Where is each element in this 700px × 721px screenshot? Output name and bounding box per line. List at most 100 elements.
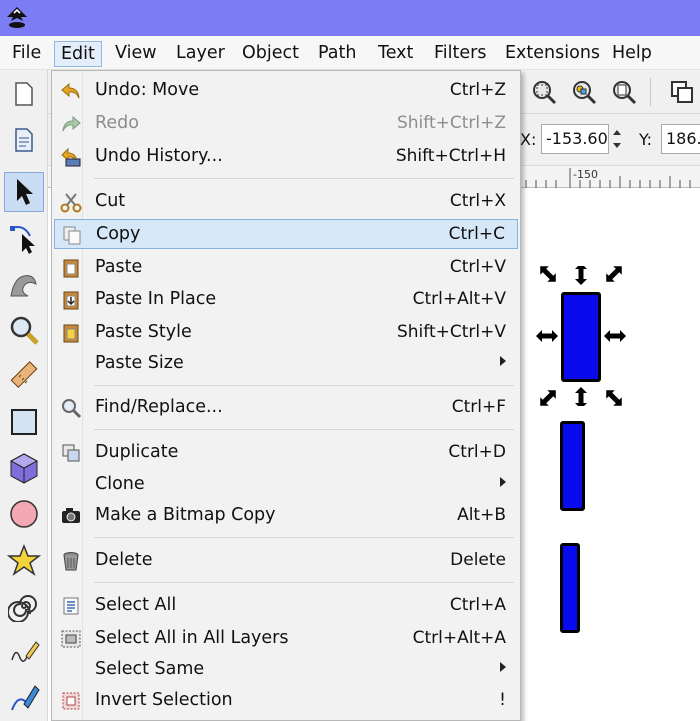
spiral-tool[interactable]: [4, 586, 44, 626]
selector-tool[interactable]: [4, 172, 44, 212]
document-icon: [15, 128, 33, 152]
menu-item-shortcut: Ctrl+D: [448, 442, 506, 462]
new-document-tool[interactable]: [4, 74, 44, 114]
menu-file[interactable]: File: [6, 41, 47, 67]
rectangle[interactable]: [560, 421, 585, 511]
menu-item-copy[interactable]: Copy Ctrl+C: [54, 219, 518, 249]
node-tool[interactable]: [4, 218, 44, 258]
pen-tool[interactable]: [4, 678, 44, 718]
menu-item-invert-selection[interactable]: Invert Selection !: [54, 686, 518, 716]
ruler-label: -150: [573, 168, 598, 181]
menu-view[interactable]: View: [109, 41, 163, 67]
menu-filters[interactable]: Filters: [428, 41, 492, 67]
menu-separator: [94, 429, 514, 430]
find-icon: [62, 399, 82, 419]
menu-item-label: Select All in All Layers: [95, 628, 289, 648]
cut-icon: [60, 193, 82, 213]
delete-icon: [63, 552, 79, 571]
select-all-layers-icon: [61, 630, 81, 648]
menu-item-label: Undo: Move: [95, 80, 200, 100]
circle-icon: [10, 500, 38, 528]
star-tool[interactable]: [4, 540, 44, 580]
menu-item-shortcut: Shift+Ctrl+Z: [396, 113, 506, 133]
paste-style-icon: [63, 324, 79, 343]
measure-tool[interactable]: [4, 356, 44, 396]
menu-item-select-same[interactable]: Select Same: [54, 655, 518, 685]
menu-edit[interactable]: Edit: [54, 41, 102, 67]
x-coordinate-input[interactable]: -153.60: [541, 124, 609, 154]
menu-item-undo[interactable]: Undo: Move Ctrl+Z: [54, 76, 518, 106]
menu-item-shortcut: Ctrl+A: [449, 595, 506, 615]
menu-text[interactable]: Text: [372, 41, 419, 67]
title-bar: [0, 0, 700, 36]
zoom-selection-icon[interactable]: [530, 78, 558, 106]
3d-box-tool[interactable]: [4, 448, 44, 488]
menu-item-label: Clone: [95, 474, 145, 494]
submenu-arrow-icon: [500, 662, 506, 672]
rectangle-icon: [11, 409, 37, 435]
menu-item-delete[interactable]: Delete Delete: [54, 546, 518, 576]
menu-item-paste-size[interactable]: Paste Size: [54, 349, 518, 379]
new-document-icon: [15, 82, 33, 106]
menu-item-duplicate[interactable]: Duplicate Ctrl+D: [54, 438, 518, 468]
zoom-page-icon[interactable]: [610, 78, 638, 106]
duplicate-window-icon[interactable]: [668, 78, 696, 106]
menu-layer[interactable]: Layer: [170, 41, 231, 67]
pencil-tool[interactable]: [4, 632, 44, 672]
menu-item-paste[interactable]: Paste Ctrl+V: [54, 253, 518, 283]
menu-item-label: Copy: [96, 224, 141, 244]
menu-item-select-all-layers[interactable]: Select All in All Layers Ctrl+Alt+A: [54, 624, 518, 654]
tweak-tool[interactable]: [4, 264, 44, 304]
menu-item-cut[interactable]: Cut Ctrl+X: [54, 187, 518, 217]
menu-item-shortcut: Ctrl+C: [448, 224, 505, 244]
menu-item-shortcut: Ctrl+Alt+V: [412, 289, 506, 309]
invert-selection-icon: [62, 692, 80, 710]
menu-item-shortcut: Alt+B: [457, 505, 506, 525]
x-label: X:: [520, 130, 537, 149]
menu-item-find-replace[interactable]: Find/Replace... Ctrl+F: [54, 393, 518, 423]
paste-in-place-icon: [63, 291, 79, 310]
paste-icon: [63, 259, 79, 278]
rectangle[interactable]: [560, 543, 580, 633]
menu-extensions[interactable]: Extensions: [499, 41, 606, 67]
menu-item-label: Paste Size: [95, 353, 184, 373]
menu-item-select-all[interactable]: Select All Ctrl+A: [54, 591, 518, 621]
menu-item-label: Invert Selection: [95, 690, 233, 710]
ellipse-tool[interactable]: [4, 494, 44, 534]
menu-separator: [94, 582, 514, 583]
ruler-icon: [10, 361, 38, 389]
zoom-drawing-icon[interactable]: [570, 78, 598, 106]
rectangle-tool[interactable]: [4, 402, 44, 442]
document-properties-tool[interactable]: [4, 120, 44, 160]
menu-item-redo[interactable]: Redo Shift+Ctrl+Z: [54, 109, 518, 139]
menu-item-label: Make a Bitmap Copy: [95, 505, 276, 525]
zoom-tool[interactable]: [4, 310, 44, 350]
menu-item-label: Paste: [95, 257, 143, 277]
menu-item-bitmap-copy[interactable]: Make a Bitmap Copy Alt+B: [54, 501, 518, 531]
menu-separator: [94, 537, 514, 538]
menu-bar: File Edit View Layer Object Path Text Fi…: [0, 36, 700, 70]
y-label: Y:: [639, 130, 653, 149]
menu-item-paste-style[interactable]: Paste Style Shift+Ctrl+V: [54, 318, 518, 348]
menu-help[interactable]: Help: [606, 41, 658, 67]
menu-path[interactable]: Path: [312, 41, 362, 67]
edit-menu-dropdown: Undo: Move Ctrl+Z Redo Shift+Ctrl+Z Undo…: [51, 70, 521, 721]
menu-item-paste-in-place[interactable]: Paste In Place Ctrl+Alt+V: [54, 285, 518, 315]
menu-item-clone[interactable]: Clone: [54, 470, 518, 500]
redo-icon: [62, 115, 81, 132]
menu-item-undo-history[interactable]: Undo History... Shift+Ctrl+H: [54, 142, 518, 172]
y-coordinate-input[interactable]: 186.: [661, 124, 700, 154]
menu-separator: [94, 178, 514, 179]
magnifier-icon: [10, 316, 39, 345]
x-spin-buttons[interactable]: [610, 124, 624, 154]
copy-icon: [63, 226, 81, 245]
menu-item-label: Redo: [95, 113, 139, 133]
menu-item-shortcut: Delete: [450, 550, 506, 570]
menu-separator: [94, 385, 514, 386]
menu-item-shortcut: Ctrl+V: [449, 257, 506, 277]
selection-handles[interactable]: [535, 266, 627, 406]
menu-item-label: Undo History...: [95, 146, 223, 166]
menu-item-label: Delete: [95, 550, 153, 570]
menu-object[interactable]: Object: [236, 41, 305, 67]
node-edit-icon: [10, 226, 35, 254]
